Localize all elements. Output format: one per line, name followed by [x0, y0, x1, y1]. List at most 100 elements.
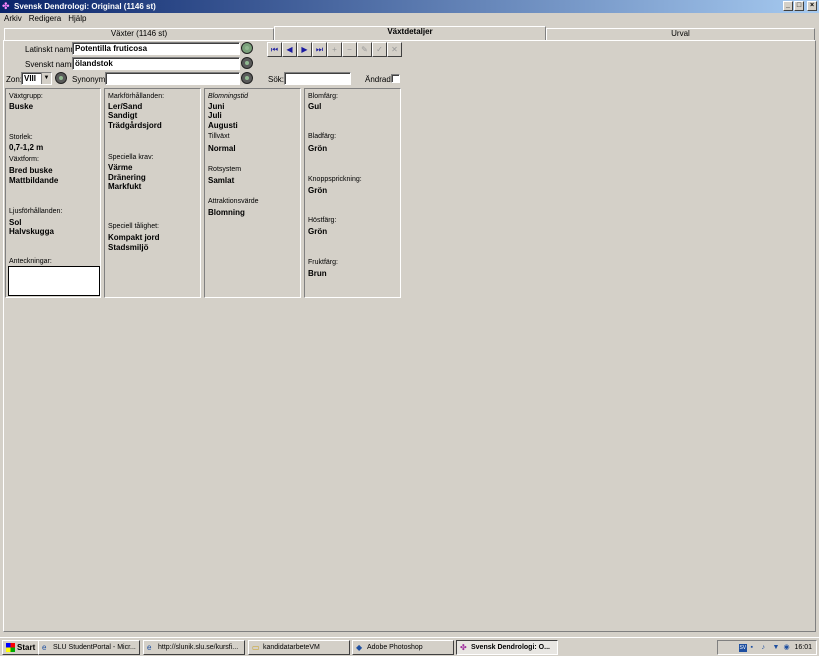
clock: 16:01 — [794, 644, 812, 651]
taskbar: Start e SLU StudentPortal - Micr... e ht… — [0, 637, 819, 656]
tab-urval[interactable]: Urval — [546, 28, 815, 40]
app-icon: ✤ — [460, 642, 467, 652]
language-icon[interactable]: SV — [739, 643, 748, 652]
light-value: Halvskugga — [9, 227, 54, 236]
menu-bar: Arkiv Redigera Hjälp — [0, 13, 819, 24]
first-record-icon[interactable]: ⏮ — [267, 42, 282, 57]
delete-record-icon[interactable]: − — [342, 42, 357, 57]
fruit-color-label: Fruktfärg: — [308, 259, 338, 266]
zone-label: Zon: — [6, 75, 23, 84]
taskbar-item-label: SLU StudentPortal - Micr... — [53, 644, 136, 651]
soil-label: Markförhållanden: — [108, 93, 165, 100]
fruit-color-value: Brun — [308, 269, 327, 278]
taskbar-item-label: Svensk Dendrologi: O... — [471, 644, 550, 651]
title-bar: ✤ Svensk Dendrologi: Original (1146 st) … — [0, 0, 819, 13]
record-navigator: ⏮ ◀ ▶ ⏭ + − ✎ ✓ ✕ — [267, 42, 402, 57]
maximize-button[interactable]: □ — [794, 1, 804, 11]
notes-label: Anteckningar: — [9, 258, 52, 265]
bloom-time-label: Blomningstid — [208, 93, 249, 100]
attraction-label: Attraktionsvärde — [208, 198, 259, 205]
window-controls: _ □ × — [783, 1, 817, 11]
notes-field[interactable] — [8, 266, 100, 296]
root-value: Samlat — [208, 176, 235, 185]
synonym-go-icon[interactable] — [241, 72, 253, 84]
zone-select[interactable]: VIII ▼ — [21, 72, 52, 85]
special-req-value: Markfukt — [108, 182, 142, 191]
tab-vaxtdetaljer[interactable]: Växtdetaljer — [274, 26, 546, 40]
plant-form-value: Mattbildande — [9, 176, 59, 185]
tab-strip: Växter (1146 st) Växtdetaljer Urval — [4, 26, 815, 40]
growth-label: Tillväxt — [208, 133, 230, 140]
latin-name-label: Latinskt namn: — [25, 45, 78, 54]
minimize-button[interactable]: _ — [783, 1, 793, 11]
next-record-icon[interactable]: ▶ — [297, 42, 312, 57]
soil-value: Sandigt — [108, 111, 138, 120]
menu-arkiv[interactable]: Arkiv — [4, 14, 22, 23]
changed-label: Ändrad: — [365, 75, 394, 84]
close-button[interactable]: × — [807, 1, 817, 11]
menu-redigera[interactable]: Redigera — [29, 14, 61, 23]
zone-value: VIII — [24, 74, 37, 83]
special-req-label: Speciella krav: — [108, 154, 154, 161]
flower-color-value: Gul — [308, 102, 322, 111]
network-icon[interactable]: ▪ — [750, 644, 758, 652]
plant-group-label: Växtgrupp: — [9, 93, 43, 100]
taskbar-item[interactable]: e SLU StudentPortal - Micr... — [38, 640, 140, 655]
search-field[interactable] — [284, 72, 351, 85]
taskbar-item[interactable]: ▭ kandidatarbeteVM — [248, 640, 350, 655]
search-label: Sök: — [268, 75, 285, 84]
tolerance-value: Stadsmiljö — [108, 243, 149, 252]
special-req-value: Värme — [108, 163, 133, 172]
security-icon[interactable]: ▼ — [772, 644, 780, 652]
latin-name-field[interactable]: Potentilla fruticosa — [72, 42, 240, 55]
last-record-icon[interactable]: ⏭ — [312, 42, 327, 57]
plant-form-label: Växtform: — [9, 156, 39, 163]
menu-hjalp[interactable]: Hjälp — [68, 14, 86, 23]
start-button[interactable]: Start — [2, 639, 40, 655]
taskbar-item-label: Adobe Photoshop — [367, 644, 423, 651]
root-label: Rotsystem — [208, 166, 242, 173]
taskbar-item[interactable]: ◆ Adobe Photoshop — [352, 640, 454, 655]
size-label: Storlek: — [9, 134, 33, 141]
chevron-down-icon[interactable]: ▼ — [41, 73, 51, 84]
save-record-icon[interactable]: ✓ — [372, 42, 387, 57]
photoshop-icon: ◆ — [356, 642, 363, 652]
swedish-name-field[interactable]: ölandstok — [72, 57, 240, 70]
size-value: 0,7-1,2 m — [9, 143, 44, 152]
prev-record-icon[interactable]: ◀ — [282, 42, 297, 57]
taskbar-item[interactable]: e http://slunik.slu.se/kursfi... — [143, 640, 245, 655]
plant-group-value: Buske — [9, 102, 34, 111]
color-column: Blomfärg: Gul Bladfärg: Grön Knoppsprick… — [304, 88, 401, 298]
leaf-color-label: Bladfärg: — [308, 133, 337, 140]
edit-record-icon[interactable]: ✎ — [357, 42, 372, 57]
taskbar-item[interactable]: ✤ Svensk Dendrologi: O... — [456, 640, 558, 655]
general-column: Växtgrupp: Buske Storlek: 0,7-1,2 m Växt… — [5, 88, 101, 298]
soil-value: Trädgårdsjord — [108, 121, 162, 130]
bud-break-value: Grön — [308, 186, 328, 195]
growth-column: Blomningstid Juni Juli Augusti Tillväxt … — [204, 88, 301, 298]
volume-icon[interactable]: ♪ — [761, 644, 769, 652]
system-tray: SV ▪ ♪ ▼ ◉ 16:01 — [717, 640, 817, 655]
taskbar-item-label: kandidatarbeteVM — [263, 644, 320, 651]
add-record-icon[interactable]: + — [327, 42, 342, 57]
changed-checkbox[interactable] — [391, 74, 400, 83]
cancel-record-icon[interactable]: ✕ — [387, 42, 402, 57]
zone-go-icon[interactable] — [55, 72, 67, 84]
window-title: Svensk Dendrologi: Original (1146 st) — [14, 2, 156, 11]
autumn-color-value: Grön — [308, 227, 328, 236]
swedish-go-icon[interactable] — [241, 57, 253, 69]
windows-logo-icon — [6, 642, 15, 652]
tolerance-label: Speciell tålighet: — [108, 223, 159, 230]
browser-icon: e — [147, 642, 152, 652]
attraction-value: Blomning — [208, 208, 245, 217]
flower-color-label: Blomfärg: — [308, 93, 338, 100]
bloom-time-value: Juli — [208, 111, 222, 120]
taskbar-item-label: http://slunik.slu.se/kursfi... — [158, 644, 239, 651]
tab-vaxter[interactable]: Växter (1146 st) — [4, 28, 274, 40]
synonym-field[interactable] — [105, 72, 240, 85]
latin-go-icon[interactable] — [241, 42, 253, 54]
plant-form-value: Bred buske — [9, 166, 53, 175]
app-icon: ✤ — [2, 1, 10, 11]
soil-column: Markförhållanden: Ler/Sand Sandigt Trädg… — [104, 88, 201, 298]
update-icon[interactable]: ◉ — [783, 644, 791, 652]
